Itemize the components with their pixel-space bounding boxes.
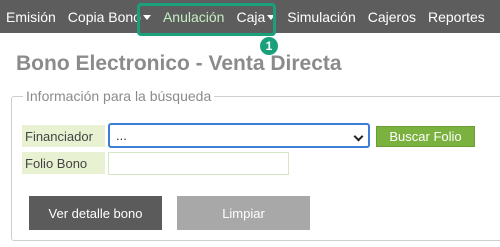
- folio-bono-input[interactable]: [108, 152, 289, 175]
- nav-item-caja[interactable]: Caja: [236, 8, 276, 25]
- caret-down-icon: [267, 14, 276, 20]
- nav-item-reportes[interactable]: Reportes: [428, 9, 485, 25]
- limpiar-button[interactable]: Limpiar: [177, 196, 310, 230]
- search-fieldset-legend: Información para la búsqueda: [23, 88, 215, 104]
- nav-item-label: Anulación: [162, 8, 225, 25]
- nav-item-label: Reportes: [428, 8, 485, 25]
- nav-item-emision[interactable]: Emisión: [6, 9, 56, 25]
- page-title: Bono Electronico - Venta Directa: [16, 52, 342, 75]
- nav-item-label: Copia Bono: [67, 8, 141, 25]
- nav-item-label: Emisión: [6, 8, 56, 25]
- caret-down-icon: [142, 14, 151, 20]
- ver-detalle-bono-button[interactable]: Ver detalle bono: [29, 196, 162, 230]
- nav-item-label: Caja: [236, 8, 266, 25]
- financiador-label: Financiador: [22, 125, 105, 147]
- chevron-down-icon: [353, 131, 364, 142]
- financiador-selected-value: ...: [116, 128, 127, 143]
- nav-item-anulacion[interactable]: Anulación: [163, 9, 225, 25]
- nav-item-label: Simulación: [287, 8, 356, 25]
- nav-item-copia-bono[interactable]: Copia Bono: [68, 9, 151, 25]
- nav-item-simulacion[interactable]: Simulación: [287, 9, 355, 25]
- nav-item-cajeros[interactable]: Cajeros: [368, 9, 416, 25]
- buscar-folio-button[interactable]: Buscar Folio: [376, 126, 475, 147]
- top-navbar: Emisión Copia Bono Anulación Caja Simula…: [0, 0, 500, 33]
- financiador-select[interactable]: ...: [108, 123, 370, 148]
- nav-item-label: Cajeros: [367, 8, 416, 25]
- folio-bono-label: Folio Bono: [22, 152, 105, 174]
